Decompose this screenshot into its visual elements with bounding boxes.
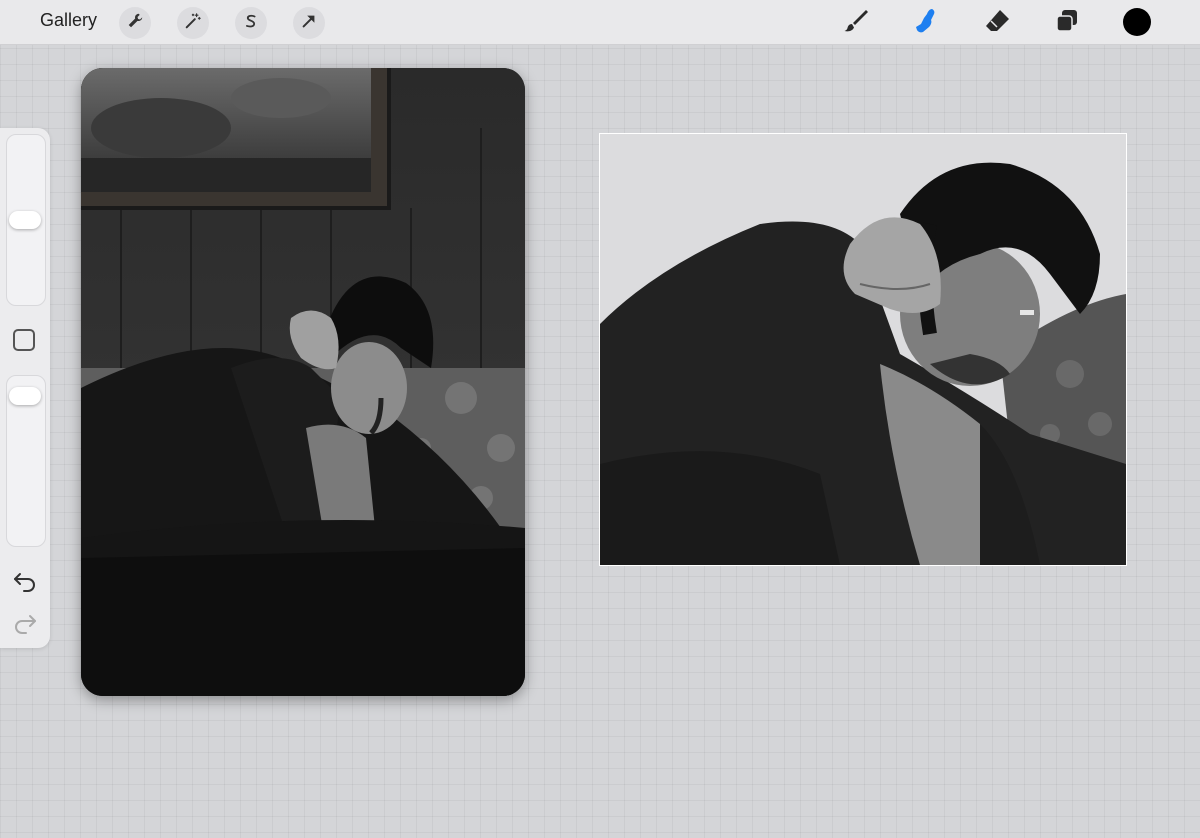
magic-wand-icon: [184, 12, 202, 35]
undo-button[interactable]: [12, 568, 38, 592]
reference-window[interactable]: [81, 68, 525, 696]
brush-icon: [842, 7, 870, 40]
opacity-thumb[interactable]: [9, 387, 41, 406]
brush-size-thumb[interactable]: [9, 211, 41, 229]
selection-button[interactable]: [235, 7, 267, 39]
actions-button[interactable]: [119, 7, 151, 39]
redo-arrow-icon: [12, 615, 38, 638]
adjustments-button[interactable]: [177, 7, 209, 39]
transform-button[interactable]: [293, 7, 325, 39]
smudge-tool-button[interactable]: [909, 6, 943, 40]
undo-arrow-icon: [12, 573, 38, 596]
selection-s-icon: [242, 12, 260, 35]
brush-tool-button[interactable]: [839, 6, 873, 40]
eraser-tool-button[interactable]: [980, 6, 1014, 40]
eraser-icon: [983, 7, 1011, 40]
reference-photo-image: [81, 68, 525, 696]
brush-size-slider[interactable]: [6, 134, 46, 306]
color-picker-swatch[interactable]: [1123, 8, 1151, 36]
layers-icon: [1053, 7, 1081, 40]
smudge-finger-icon: [912, 7, 940, 40]
layers-button[interactable]: [1050, 6, 1084, 40]
gallery-button[interactable]: Gallery: [40, 10, 97, 31]
redo-button[interactable]: [12, 610, 38, 634]
opacity-slider[interactable]: [6, 375, 46, 547]
top-toolbar: Gallery: [0, 0, 1200, 45]
sidebar: [0, 128, 50, 648]
modify-button[interactable]: [13, 329, 35, 351]
drawing-canvas[interactable]: [599, 133, 1127, 566]
digital-painting-artwork: [600, 134, 1126, 565]
arrow-cursor-icon: [300, 12, 318, 35]
wrench-icon: [126, 12, 144, 35]
